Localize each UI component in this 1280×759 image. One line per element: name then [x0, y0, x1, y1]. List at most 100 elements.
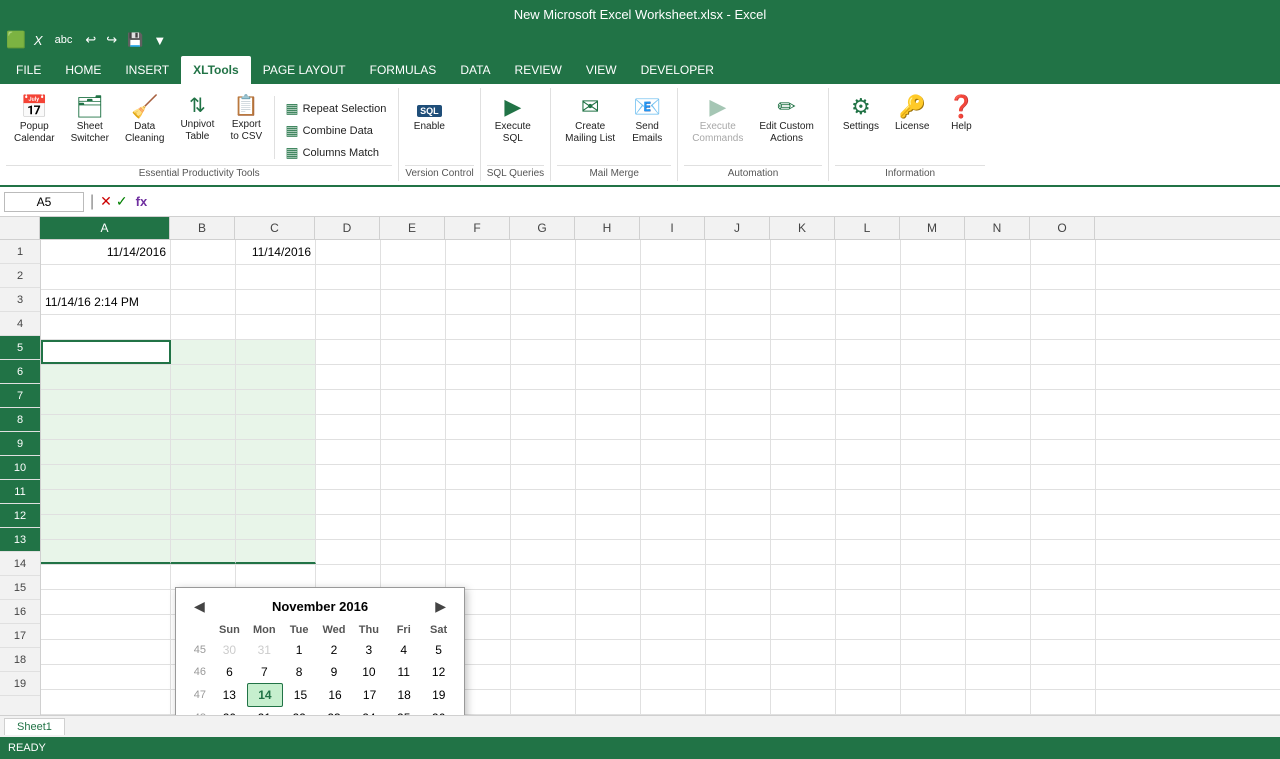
col-header-K[interactable]: K: [770, 217, 835, 239]
cell-N15[interactable]: [966, 590, 1031, 614]
cell-F13[interactable]: [446, 540, 511, 564]
cell-H11[interactable]: [576, 490, 641, 514]
cell-A12[interactable]: [41, 515, 171, 539]
cell-K11[interactable]: [771, 490, 836, 514]
execute-sql-button[interactable]: ▶ ExecuteSQL: [489, 92, 537, 149]
cell-J10[interactable]: [706, 465, 771, 489]
cell-O9[interactable]: [1031, 440, 1096, 464]
cell-D13[interactable]: [316, 540, 381, 564]
cell-J11[interactable]: [706, 490, 771, 514]
cell-G2[interactable]: [511, 265, 576, 289]
cell-I1[interactable]: [641, 240, 706, 264]
cell-G17[interactable]: [511, 640, 576, 664]
cell-O13[interactable]: [1031, 540, 1096, 564]
cal-day[interactable]: 2: [317, 639, 352, 661]
cal-day[interactable]: 3: [351, 639, 386, 661]
cell-J15[interactable]: [706, 590, 771, 614]
cell-H12[interactable]: [576, 515, 641, 539]
cal-day[interactable]: 24: [351, 707, 386, 715]
unpivot-table-button[interactable]: ⇅ UnpivotTable: [174, 92, 220, 147]
cell-N11[interactable]: [966, 490, 1031, 514]
cal-day[interactable]: 8: [282, 661, 317, 683]
cell-D5[interactable]: [316, 340, 381, 364]
cell-N17[interactable]: [966, 640, 1031, 664]
cell-K14[interactable]: [771, 565, 836, 589]
cal-day[interactable]: 9: [317, 661, 352, 683]
cell-G6[interactable]: [511, 365, 576, 389]
cell-B14[interactable]: [171, 565, 236, 589]
cell-G11[interactable]: [511, 490, 576, 514]
cell-L5[interactable]: [836, 340, 901, 364]
cell-C3[interactable]: [236, 290, 316, 314]
cal-day[interactable]: 22: [282, 707, 317, 715]
col-header-H[interactable]: H: [575, 217, 640, 239]
cell-O16[interactable]: [1031, 615, 1096, 639]
cell-J6[interactable]: [706, 365, 771, 389]
send-emails-button[interactable]: 📧 SendEmails: [625, 92, 669, 149]
cell-C7[interactable]: [236, 390, 316, 414]
cell-N2[interactable]: [966, 265, 1031, 289]
cell-K1[interactable]: [771, 240, 836, 264]
export-csv-button[interactable]: 📋 Exportto CSV: [224, 92, 268, 147]
formula-input[interactable]: [155, 195, 1276, 209]
cal-day[interactable]: 23: [317, 707, 352, 715]
cell-H6[interactable]: [576, 365, 641, 389]
cell-F11[interactable]: [446, 490, 511, 514]
row-header-16[interactable]: 16: [0, 600, 40, 624]
cell-N6[interactable]: [966, 365, 1031, 389]
cell-D11[interactable]: [316, 490, 381, 514]
cell-D8[interactable]: [316, 415, 381, 439]
cell-K4[interactable]: [771, 315, 836, 339]
col-header-N[interactable]: N: [965, 217, 1030, 239]
cell-A3[interactable]: 11/14/16 2:14 PM: [41, 290, 171, 314]
cell-M6[interactable]: [901, 365, 966, 389]
cell-N4[interactable]: [966, 315, 1031, 339]
cell-M17[interactable]: [901, 640, 966, 664]
cell-L1[interactable]: [836, 240, 901, 264]
cell-A6[interactable]: [41, 365, 171, 389]
cell-B11[interactable]: [171, 490, 236, 514]
row-header-10[interactable]: 10: [0, 456, 40, 480]
cell-H13[interactable]: [576, 540, 641, 564]
cell-D14[interactable]: [316, 565, 381, 589]
cell-F2[interactable]: [446, 265, 511, 289]
calendar-next-button[interactable]: ▶: [429, 596, 452, 617]
cell-C1[interactable]: 11/14/2016: [236, 240, 316, 264]
cell-M14[interactable]: [901, 565, 966, 589]
cell-N3[interactable]: [966, 290, 1031, 314]
cell-D7[interactable]: [316, 390, 381, 414]
combine-data-button[interactable]: ▦ Combine Data: [281, 120, 390, 141]
cell-K3[interactable]: [771, 290, 836, 314]
col-header-G[interactable]: G: [510, 217, 575, 239]
cell-N16[interactable]: [966, 615, 1031, 639]
tab-view[interactable]: VIEW: [574, 56, 629, 84]
cell-I16[interactable]: [641, 615, 706, 639]
cell-C6[interactable]: [236, 365, 316, 389]
col-header-J[interactable]: J: [705, 217, 770, 239]
tab-home[interactable]: HOME: [53, 56, 113, 84]
cell-C8[interactable]: [236, 415, 316, 439]
cell-I5[interactable]: [641, 340, 706, 364]
cell-K5[interactable]: [771, 340, 836, 364]
col-header-L[interactable]: L: [835, 217, 900, 239]
cell-H1[interactable]: [576, 240, 641, 264]
cell-N12[interactable]: [966, 515, 1031, 539]
cell-O1[interactable]: [1031, 240, 1096, 264]
cell-A11[interactable]: [41, 490, 171, 514]
cal-day-selected[interactable]: 14: [247, 683, 284, 707]
cal-day[interactable]: 7: [247, 661, 282, 683]
cell-B9[interactable]: [171, 440, 236, 464]
name-box[interactable]: [4, 192, 84, 212]
data-cleaning-button[interactable]: 🧹 DataCleaning: [119, 92, 170, 149]
col-header-C[interactable]: C: [235, 217, 315, 239]
cell-E5[interactable]: [381, 340, 446, 364]
cal-day[interactable]: 15: [283, 684, 318, 706]
cell-F12[interactable]: [446, 515, 511, 539]
cell-N13[interactable]: [966, 540, 1031, 564]
confirm-formula-button[interactable]: ✓: [116, 193, 128, 210]
row-header-3[interactable]: 3: [0, 288, 40, 312]
cell-I7[interactable]: [641, 390, 706, 414]
cell-M13[interactable]: [901, 540, 966, 564]
undo-button[interactable]: ↩: [82, 30, 99, 50]
calendar-prev-button[interactable]: ◀: [188, 596, 211, 617]
